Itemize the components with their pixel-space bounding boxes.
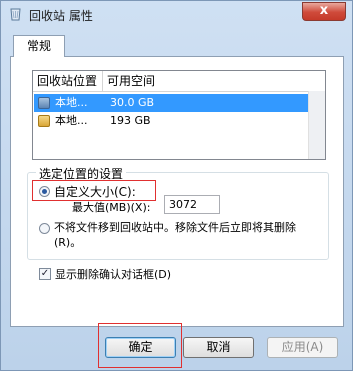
list-header: 回收站位置 可用空间 [33,71,325,92]
folder-drive-icon [38,115,50,127]
list-row[interactable]: 本地... 193 GB [34,112,308,130]
ok-button[interactable]: 确定 [105,337,176,358]
recycle-location-list[interactable]: 回收站位置 可用空间 本地... 30.0 GB 本地... 193 GB [32,70,326,160]
properties-window: 回收站 属性 x 常规 回收站位置 可用空间 本地... 30.0 GB 本地.… [0,0,353,371]
location-name: 本地... [55,114,88,127]
title-bar[interactable]: 回收站 属性 x [1,1,352,28]
free-space: 193 GB [110,114,151,127]
location-name: 本地... [55,96,88,109]
no-move-radio[interactable] [39,223,50,234]
max-value-input[interactable] [164,195,220,214]
free-space: 30.0 GB [110,96,155,109]
list-row[interactable]: 本地... 30.0 GB [34,94,308,112]
checkmark-icon: ✓ [40,268,50,279]
column-header-location[interactable]: 回收站位置 [33,71,103,91]
max-value-label: 最大值(MB)(X): [72,201,151,214]
custom-size-label[interactable]: 自定义大小(C): [54,183,136,200]
confirm-delete-label[interactable]: 显示删除确认对话框(D) [55,266,171,282]
no-move-label[interactable]: 不将文件移到回收站中。移除文件后立即将其删除(R)。 [54,220,314,250]
close-button[interactable]: x [302,2,346,21]
confirm-delete-checkbox[interactable]: ✓ [39,268,51,280]
apply-button[interactable]: 应用(A) [267,337,338,358]
tab-general[interactable]: 常规 [13,35,65,57]
custom-size-radio[interactable] [39,186,50,197]
list-scrollbar[interactable] [308,91,325,159]
cancel-button[interactable]: 取消 [183,337,254,358]
recycle-bin-icon [10,8,21,21]
window-title: 回收站 属性 [29,9,93,23]
tab-label: 常规 [26,39,51,53]
close-icon: x [319,3,329,18]
drive-icon [38,97,50,109]
column-header-free-space[interactable]: 可用空间 [103,71,303,91]
